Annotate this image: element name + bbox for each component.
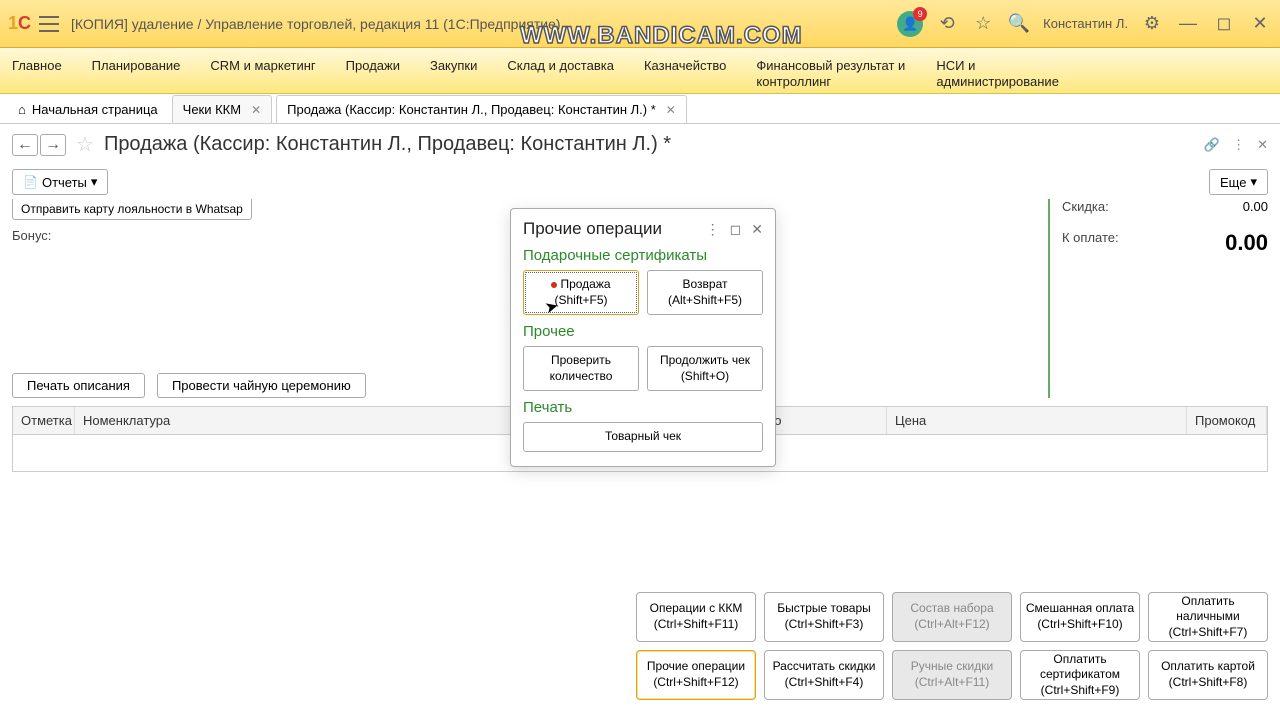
action-button[interactable]: Прочие операции (Ctrl+Shift+F12) [636, 650, 756, 700]
nav-purchases[interactable]: Закупки [430, 58, 477, 74]
check-quantity-button[interactable]: Проверить количество [523, 346, 639, 391]
action-button[interactable]: Оплатить наличными (Ctrl+Shift+F7) [1148, 592, 1268, 642]
bottom-panel: Операции с ККМ (Ctrl+Shift+F11)Быстрые т… [636, 592, 1268, 700]
action-button[interactable]: Состав набора (Ctrl+Alt+F12) [892, 592, 1012, 642]
dialog-close-icon[interactable]: ✕ [751, 221, 763, 238]
section-other: Прочее [523, 323, 763, 340]
favorite-icon[interactable]: ☆ [76, 132, 94, 157]
action-button[interactable]: Быстрые товары (Ctrl+Shift+F3) [764, 592, 884, 642]
tab-close-icon[interactable]: ✕ [666, 103, 676, 117]
tabs: ⌂ Начальная страница Чеки ККМ ✕ Продажа … [0, 94, 1280, 124]
active-dot-icon [551, 282, 557, 288]
action-button[interactable]: Ручные скидки (Ctrl+Alt+F11) [892, 650, 1012, 700]
logo-1c: 1C [8, 13, 31, 34]
dialog-maximize-icon[interactable]: ◻ [730, 221, 742, 238]
sale-certificate-button[interactable]: Продажа (Shift+F5) [523, 270, 639, 315]
action-button[interactable]: Смешанная оплата (Ctrl+Shift+F10) [1020, 592, 1140, 642]
home-icon: ⌂ [18, 102, 26, 117]
action-button[interactable]: Операции с ККМ (Ctrl+Shift+F11) [636, 592, 756, 642]
dialog-title: Прочие операции [523, 219, 696, 239]
tab-label: Продажа (Кассир: Константин Л., Продавец… [287, 102, 656, 117]
summary-panel: Скидка: 0.00 К оплате: 0.00 [1048, 199, 1268, 398]
tab-home-label: Начальная страница [32, 102, 158, 117]
main-nav: Главное Планирование CRM и маркетинг Про… [0, 48, 1280, 94]
whatsapp-button[interactable]: Отправить карту лояльности в Whatsap [12, 199, 252, 220]
page-header: ← → ☆ Продажа (Кассир: Константин Л., Пр… [0, 124, 1280, 165]
username[interactable]: Константин Л. [1043, 16, 1128, 31]
col-promo[interactable]: Промокод [1187, 407, 1267, 434]
col-price[interactable]: Цена [887, 407, 1187, 434]
nav-admin[interactable]: НСИ и администрирование [936, 58, 1086, 89]
page-title: Продажа (Кассир: Константин Л., Продавец… [104, 133, 1194, 156]
forward-button[interactable]: → [40, 134, 66, 156]
tab-sale[interactable]: Продажа (Кассир: Константин Л., Продавец… [276, 95, 687, 123]
nav-sales[interactable]: Продажи [346, 58, 400, 74]
tea-ceremony-button[interactable]: Провести чайную церемонию [157, 373, 366, 398]
print-receipt-button[interactable]: Товарный чек [523, 422, 763, 452]
tab-close-icon[interactable]: ✕ [251, 103, 261, 117]
other-operations-dialog: Прочие операции ⋮ ◻ ✕ Подарочные сертифи… [510, 208, 776, 467]
watermark: WWW.BANDICAM.COM [520, 22, 803, 50]
action-button[interactable]: Рассчитать скидки (Ctrl+Shift+F4) [764, 650, 884, 700]
maximize-icon[interactable]: ◻ [1212, 12, 1236, 36]
section-print: Печать [523, 399, 763, 416]
tab-checks[interactable]: Чеки ККМ ✕ [172, 95, 273, 123]
to-pay-value: 0.00 [1225, 230, 1268, 256]
close-page-icon[interactable]: ✕ [1257, 137, 1268, 153]
nav-crm[interactable]: CRM и маркетинг [210, 58, 315, 74]
nav-planning[interactable]: Планирование [92, 58, 181, 74]
nav-main[interactable]: Главное [12, 58, 62, 74]
action-button[interactable]: Оплатить картой (Ctrl+Shift+F8) [1148, 650, 1268, 700]
section-certificates: Подарочные сертификаты [523, 247, 763, 264]
discount-label: Скидка: [1062, 199, 1109, 214]
reports-button[interactable]: Отчеты ▾ [12, 169, 108, 195]
tab-label: Чеки ККМ [183, 102, 241, 117]
more-button[interactable]: Еще ▾ [1209, 169, 1268, 195]
notification-badge: 9 [913, 7, 927, 21]
link-icon[interactable]: 🔗 [1204, 137, 1220, 153]
discount-value: 0.00 [1243, 199, 1268, 214]
filter-icon[interactable]: ⚙ [1140, 12, 1164, 36]
star-icon[interactable]: ☆ [971, 12, 995, 36]
to-pay-label: К оплате: [1062, 230, 1119, 256]
close-icon[interactable]: ✕ [1248, 12, 1272, 36]
print-description-button[interactable]: Печать описания [12, 373, 145, 398]
toolbar: Отчеты ▾ Еще ▾ [0, 165, 1280, 199]
nav-warehouse[interactable]: Склад и доставка [507, 58, 614, 74]
col-mark[interactable]: Отметка [13, 407, 75, 434]
tab-home[interactable]: ⌂ Начальная страница [8, 96, 168, 123]
action-button[interactable]: Оплатить сертификатом (Ctrl+Shift+F9) [1020, 650, 1140, 700]
nav-treasury[interactable]: Казначейство [644, 58, 726, 74]
avatar[interactable]: 👤 9 [897, 11, 923, 37]
back-button[interactable]: ← [12, 134, 38, 156]
menu-icon[interactable] [39, 16, 59, 32]
nav-financial[interactable]: Финансовый результат и контроллинг [756, 58, 906, 89]
continue-check-button[interactable]: Продолжить чек (Shift+O) [647, 346, 763, 391]
dialog-menu-icon[interactable]: ⋮ [706, 221, 720, 238]
return-certificate-button[interactable]: Возврат (Alt+Shift+F5) [647, 270, 763, 315]
more-icon[interactable]: ⋮ [1232, 137, 1245, 153]
minimize-icon[interactable]: — [1176, 12, 1200, 36]
search-icon[interactable]: 🔍 [1007, 12, 1031, 36]
history-icon[interactable]: ⟲ [935, 12, 959, 36]
